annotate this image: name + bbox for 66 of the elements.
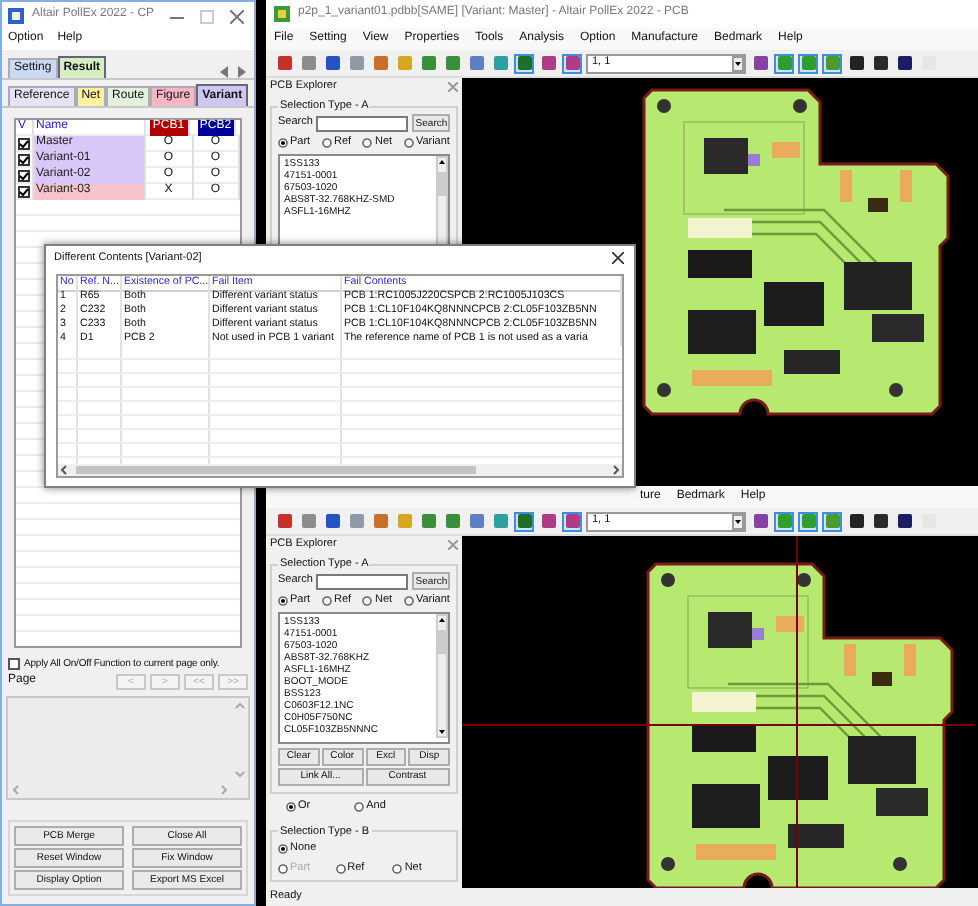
square-icon [753,56,767,70]
search-field[interactable] [316,573,409,590]
square-icon [397,56,411,70]
toolbar-button[interactable] [870,53,890,73]
square-icon [469,514,483,528]
toolbar-button[interactable] [322,511,342,531]
search-field[interactable] [316,115,409,132]
square-icon [325,514,339,528]
square-icon [373,56,387,70]
square-icon [565,514,579,528]
square-icon [277,56,291,70]
square-icon [421,514,435,528]
square-icon [373,514,387,528]
right-arrow-icon[interactable] [236,66,246,78]
toolbar-button[interactable] [846,511,866,531]
square-icon [801,56,815,70]
square-icon [493,56,507,70]
square-icon [849,514,863,528]
checkbox[interactable] [18,186,30,198]
square-icon [421,56,435,70]
caret-icon[interactable] [732,513,744,529]
app-icon [274,6,290,22]
square-icon [753,514,767,528]
square-icon [349,56,363,70]
checkbox[interactable] [18,170,30,182]
square-icon [897,56,911,70]
app-icon [8,8,24,24]
square-icon [517,514,531,528]
square-icon [873,514,887,528]
square-icon [301,56,315,70]
square-icon [397,514,411,528]
toolbar-button[interactable] [894,53,914,73]
square-icon [349,514,363,528]
left-arrow-icon[interactable] [220,66,230,78]
square-icon [825,514,839,528]
square-icon [849,56,863,70]
square-icon [873,56,887,70]
square-icon [777,514,791,528]
square-icon [493,514,507,528]
scrollbar[interactable] [58,464,622,476]
square-icon [541,514,555,528]
scrollbar[interactable] [10,784,230,796]
square-icon [801,514,815,528]
square-icon [445,514,459,528]
toolbar-button[interactable] [846,53,866,73]
square-icon [469,56,483,70]
square-icon [517,56,531,70]
square-icon [301,514,315,528]
square-icon [777,56,791,70]
toolbar-button[interactable] [322,53,342,73]
square-icon [897,514,911,528]
square-icon [325,56,339,70]
toolbar-button[interactable] [870,511,890,531]
square-icon [445,56,459,70]
caret-icon[interactable] [732,55,744,71]
checkbox[interactable] [8,657,20,669]
close-icon[interactable] [612,252,624,264]
square-icon [541,56,555,70]
scrollbar[interactable] [234,700,246,780]
toolbar-button[interactable] [894,511,914,531]
scrollbar[interactable] [436,613,448,738]
checkbox[interactable] [18,138,30,150]
square-icon [825,56,839,70]
checkbox[interactable] [18,154,30,166]
square-icon [277,514,291,528]
square-icon [565,56,579,70]
